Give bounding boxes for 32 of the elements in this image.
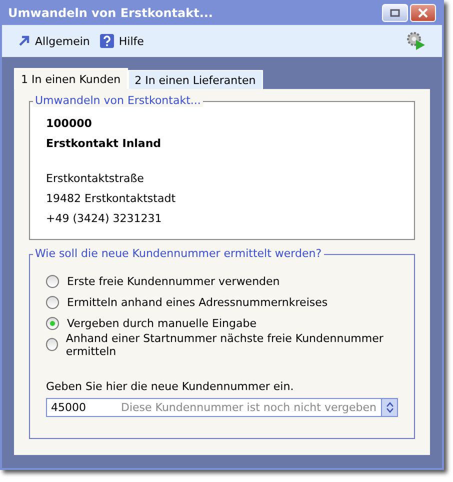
radio-label: Vergeben durch manuelle Eingabe [67,317,256,330]
radio-button[interactable] [46,275,59,288]
phone-text: +49 (3424) 3231231 [46,211,163,227]
general-button[interactable]: Allgemein [18,34,90,48]
close-icon [418,8,428,18]
run-settings-button[interactable] [406,31,426,51]
tab[interactable]: 1 In einen Kunden [14,68,128,89]
radio-button[interactable] [46,296,59,309]
arrow-icon [18,35,30,47]
street-text: Erstkontaktstraße [46,171,145,187]
help-icon [100,34,114,48]
group-title: Umwandeln von Erstkontakt... [33,94,203,107]
radio-label: Anhand einer Startnummer nächste freie Kundennummer ermitteln [66,332,384,358]
field-label: Geben Sie hier die neue Kundennummer ein. [46,380,295,393]
radio-button[interactable] [46,317,59,330]
gear-play-icon [406,31,426,51]
tab[interactable]: 2 In einen Lieferanten [128,70,263,89]
minimize-icon [390,8,400,16]
window-title: Umwandeln von Erstkontakt... [8,6,214,20]
up-down-icon [386,402,394,413]
number-field[interactable]: 45000 Diese Kundennummer ist noch nicht vergeben [46,398,398,417]
city-text: 19482 Erstkontaktstadt [46,191,177,207]
radio-label: Erste freie Kundennummer verwenden [67,275,280,288]
spinner-button[interactable] [381,399,397,416]
contact-name: Erstkontakt Inland [46,136,162,152]
contact-number: 100000 [46,116,93,132]
minimize-button[interactable] [382,4,408,22]
close-button[interactable] [410,4,436,22]
group-title: Wie soll die neue Kundennummer ermittelt werden? [33,247,324,260]
radio-button[interactable] [46,338,58,351]
help-button[interactable]: Hilfe [100,34,144,48]
radio-label: Ermitteln anhand eines Adressnummernkreises [67,296,328,309]
